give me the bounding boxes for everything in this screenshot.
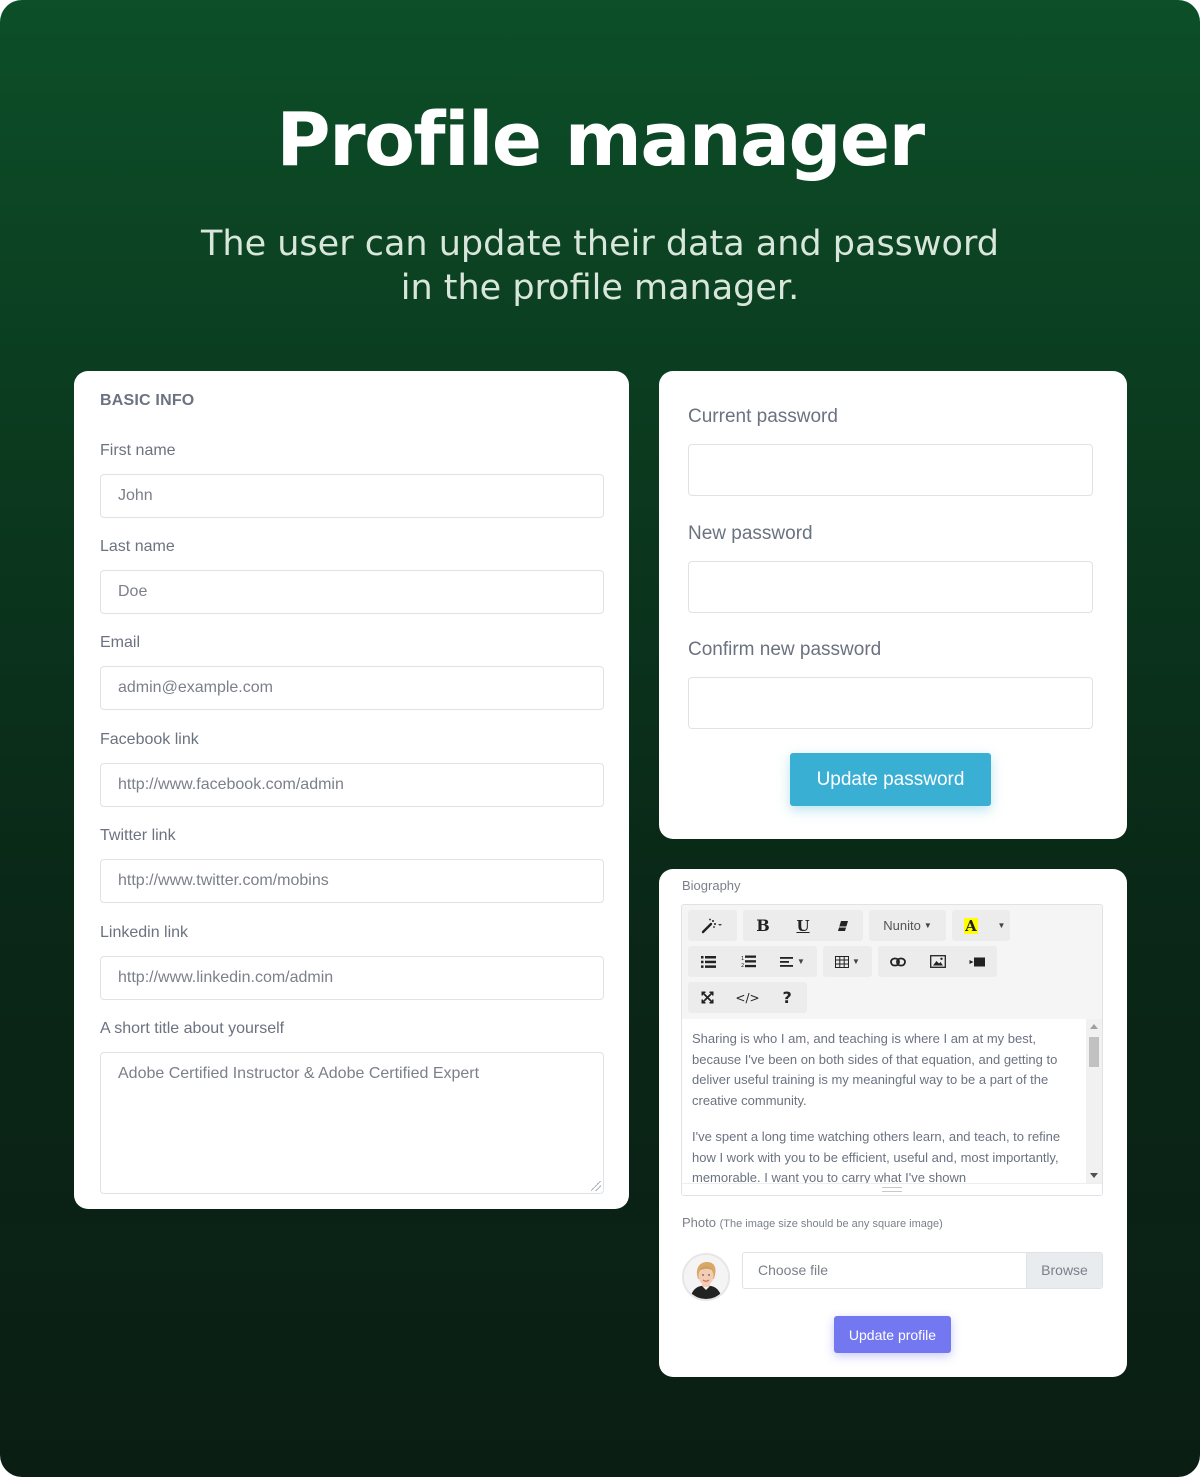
toolbar-format-group: B U (743, 910, 863, 941)
avatar (682, 1253, 730, 1301)
picture-icon[interactable] (918, 946, 958, 977)
first-name-label: First name (100, 442, 176, 459)
linkedin-link-label: Linkedin link (100, 924, 189, 941)
toolbar-color-group: A ▼ (952, 910, 1010, 941)
bold-icon[interactable]: B (743, 910, 783, 941)
link-icon[interactable] (878, 946, 918, 977)
subtitle-line-2: in the profile manager. (400, 268, 800, 308)
short-title-label: A short title about yourself (100, 1020, 285, 1037)
scroll-down-icon[interactable] (1090, 1173, 1098, 1178)
fullscreen-icon[interactable] (688, 982, 728, 1013)
underline-icon[interactable]: U (783, 910, 823, 941)
table-icon[interactable]: ▼ (823, 946, 872, 977)
last-name-input[interactable]: Doe (100, 570, 604, 614)
page-background: Profile manager The user can update thei… (0, 0, 1200, 1477)
font-family-dropdown[interactable]: Nunito ▼ (869, 910, 946, 941)
twitter-link-label: Twitter link (100, 827, 176, 844)
chevron-down-icon: ▼ (997, 921, 1006, 930)
update-profile-button[interactable]: Update profile (834, 1316, 951, 1353)
email-label: Email (100, 634, 141, 651)
help-icon[interactable]: ? (767, 982, 807, 1013)
toolbar-table-group: ▼ (823, 946, 872, 977)
video-icon[interactable] (957, 946, 997, 977)
email-input[interactable]: admin@example.com (100, 666, 604, 710)
biography-card: Biography B U Nunito ▼ A ▼ 1 2 ▼ ▼ </> ?… (659, 869, 1127, 1377)
new-password-label: New password (688, 523, 813, 544)
current-password-label: Current password (688, 406, 838, 427)
rich-text-editor: B U Nunito ▼ A ▼ 12 ▼ ▼ </> ? Sharing is… (681, 904, 1103, 1196)
current-password-input[interactable] (688, 444, 1093, 496)
bio-paragraph-2: I've spent a long time watching others l… (692, 1129, 1061, 1183)
linkedin-link-input[interactable]: http://www.linkedin.com/admin (100, 956, 604, 1000)
editor-scrollbar[interactable] (1086, 1019, 1102, 1183)
confirm-password-input[interactable] (688, 677, 1093, 729)
font-family-value: Nunito (883, 918, 921, 933)
file-placeholder: Choose file (758, 1262, 829, 1278)
text-color-button[interactable]: A (952, 910, 990, 941)
basic-info-title: BASIC INFO (100, 392, 195, 409)
facebook-link-label: Facebook link (100, 731, 199, 748)
update-password-button[interactable]: Update password (790, 753, 991, 806)
chevron-down-icon: ▼ (797, 957, 805, 966)
magic-wand-icon[interactable] (688, 910, 737, 941)
browse-button[interactable]: Browse (1026, 1253, 1102, 1288)
facebook-link-input[interactable]: http://www.facebook.com/admin (100, 763, 604, 807)
scroll-thumb[interactable] (1089, 1037, 1099, 1067)
align-dropdown[interactable]: ▼ (768, 946, 817, 977)
highlight-color-icon: A (964, 916, 978, 935)
twitter-link-input[interactable]: http://www.twitter.com/mobins (100, 859, 604, 903)
photo-label: Photo (The image size should be any squa… (682, 1215, 943, 1230)
first-name-input[interactable]: John (100, 474, 604, 518)
chevron-down-icon: ▼ (923, 921, 932, 930)
ordered-list-icon[interactable]: 12 (728, 946, 768, 977)
toolbar-misc-group: </> ? (688, 982, 807, 1013)
page-subtitle: The user can update their data and passw… (0, 222, 1200, 310)
scroll-up-icon[interactable] (1090, 1024, 1098, 1029)
toolbar-insert-group (878, 946, 997, 977)
confirm-password-label: Confirm new password (688, 639, 882, 660)
svg-text:1: 1 (741, 956, 744, 962)
unordered-list-icon[interactable] (688, 946, 728, 977)
subtitle-line-1: The user can update their data and passw… (201, 224, 999, 264)
toolbar-paragraph-group: 12 ▼ (688, 946, 817, 977)
page-title: Profile manager (276, 97, 925, 183)
color-dropdown-button[interactable]: ▼ (990, 910, 1010, 941)
new-password-input[interactable] (688, 561, 1093, 613)
short-title-value: Adobe Certified Instructor & Adobe Certi… (118, 1065, 480, 1082)
photo-label-text: Photo (682, 1215, 716, 1230)
short-title-textarea[interactable]: Adobe Certified Instructor & Adobe Certi… (100, 1052, 604, 1194)
eraser-icon[interactable] (823, 910, 863, 941)
toolbar-style-group (688, 910, 737, 941)
svg-text:2: 2 (741, 963, 744, 968)
resize-grip-icon[interactable] (591, 1181, 601, 1191)
biography-label: Biography (682, 878, 741, 893)
toolbar-font-group: Nunito ▼ (869, 910, 946, 941)
last-name-label: Last name (100, 538, 175, 555)
editor-resize-bar[interactable] (682, 1183, 1102, 1195)
bio-paragraph-1: Sharing is who I am, and teaching is whe… (692, 1031, 1058, 1108)
editor-content[interactable]: Sharing is who I am, and teaching is whe… (682, 1019, 1086, 1183)
basic-info-card: BASIC INFO First name John Last name Doe… (74, 371, 629, 1209)
chevron-down-icon: ▼ (852, 957, 860, 966)
password-card: Current password New password Confirm ne… (659, 371, 1127, 839)
photo-file-input[interactable]: Choose file Browse (742, 1252, 1103, 1289)
photo-size-note: (The image size should be any square ima… (719, 1218, 943, 1230)
code-view-icon[interactable]: </> (728, 982, 768, 1013)
resize-handle-icon (882, 1187, 902, 1192)
